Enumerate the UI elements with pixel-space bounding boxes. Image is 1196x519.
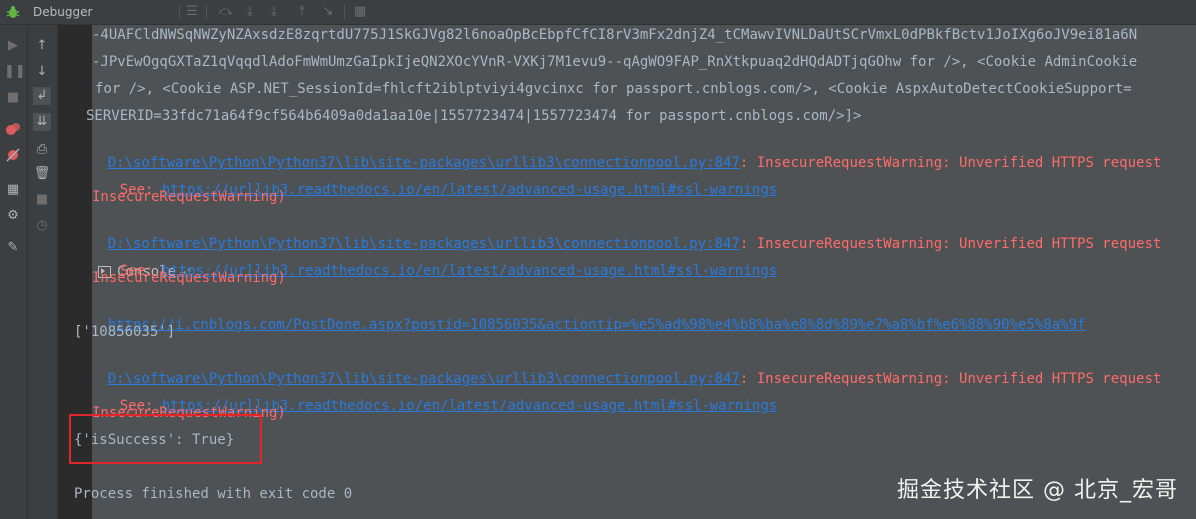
stop-square-icon[interactable]: ■ — [33, 191, 51, 209]
trash-icon[interactable]: 🗑 — [33, 165, 51, 183]
tool-window-tabbar: Debugger Console →* ☰ ⤼ ⤓ ⤓ ⤒ ↘ ▦ — [0, 0, 1196, 519]
step-over-icon[interactable]: ⤼ — [218, 4, 234, 20]
down-arrow-icon[interactable]: ↓ — [33, 63, 51, 81]
up-arrow-icon[interactable]: ↑ — [33, 37, 51, 55]
warning-end-line: InsecureRequestWarning) — [92, 270, 286, 286]
tab-debugger[interactable]: Debugger — [28, 0, 97, 24]
resume-icon[interactable]: ▶ — [4, 37, 22, 55]
process-finished-line: Process finished with exit code 0 — [74, 486, 353, 502]
pause-icon[interactable]: ❚❚ — [4, 63, 26, 81]
see-line: See: https://urllib3.readthedocs.io/en/l… — [86, 160, 777, 198]
console-line: -4UAFCldNWSqNWZyNZAxsdzE8zqrtdU775J1SkGJ… — [92, 27, 1138, 43]
debug-actions-toolbar: ▶ ❚❚ ■ ▦ ⚙ ✎ — [0, 25, 28, 519]
print-icon[interactable]: ⎙ — [33, 141, 51, 159]
warning-text: : InsecureRequestWarning: Unverified HTT… — [739, 371, 1162, 387]
console-line: -JPvEwOgqGXTaZ1qVqqdlAdoFmWmUmzGaIpkIjeQ… — [92, 54, 1138, 70]
step-into-my-code-icon[interactable]: ⤓ — [266, 4, 282, 20]
warning-line: D:\software\Python\Python37\lib\site-pac… — [74, 214, 1162, 252]
warning-line: D:\software\Python\Python37\lib\site-pac… — [74, 349, 1162, 387]
step-into-icon[interactable]: ⤓ — [242, 4, 258, 20]
evaluate-icon[interactable]: ▦ — [352, 4, 368, 20]
warning-end-line: InsecureRequestWarning) — [92, 189, 286, 205]
console-line: for />, <Cookie ASP.NET_SessionId=fhlcft… — [95, 81, 1132, 97]
soft-wrap-icon[interactable]: ↲ — [33, 87, 51, 105]
toolbar-separator — [344, 5, 345, 19]
layout-icon[interactable]: ▦ — [4, 181, 22, 199]
console-line: SERVERID=33fdc71a64f9cf564b6409a0da1aa10… — [86, 108, 862, 124]
pin-icon[interactable]: ✎ — [4, 239, 22, 257]
mute-breakpoints-icon[interactable] — [4, 147, 22, 165]
settings-icon[interactable]: ⚙ — [4, 207, 22, 225]
post-id-output: ['10856035'] — [74, 324, 176, 340]
bug-icon — [0, 0, 26, 24]
warning-text: : InsecureRequestWarning: Unverified HTT… — [739, 236, 1162, 252]
toolbar-separator — [206, 5, 207, 19]
step-out-icon[interactable]: ⤒ — [294, 4, 310, 20]
toolbar-separator — [179, 5, 180, 19]
run-to-cursor-icon[interactable]: ↘ — [320, 4, 336, 20]
see-line: See: https://urllib3.readthedocs.io/en/l… — [86, 376, 777, 414]
result-highlight-box — [69, 414, 262, 464]
tab-debugger-label: Debugger — [33, 5, 93, 19]
view-breakpoints-icon[interactable] — [4, 121, 22, 139]
console-actions-toolbar: ↑ ↓ ↲ ⇊ ⎙ 🗑 ■ ◷ — [28, 25, 58, 519]
menu-icon[interactable]: ☰ — [184, 4, 200, 20]
warning-text: : InsecureRequestWarning: Unverified HTT… — [739, 155, 1162, 171]
clock-icon[interactable]: ◷ — [33, 217, 51, 235]
watermark: 掘金技术社区 @ 北京_宏哥 — [897, 478, 1178, 503]
see-line: See: https://urllib3.readthedocs.io/en/l… — [86, 241, 777, 279]
post-done-link[interactable]: https://i.cnblogs.com/PostDone.aspx?post… — [108, 317, 1086, 333]
stop-icon[interactable]: ■ — [4, 89, 22, 107]
warning-line: D:\software\Python\Python37\lib\site-pac… — [74, 133, 1162, 171]
post-done-line: https://i.cnblogs.com/PostDone.aspx?post… — [74, 295, 1086, 333]
scroll-to-end-icon[interactable]: ⇊ — [33, 113, 51, 131]
